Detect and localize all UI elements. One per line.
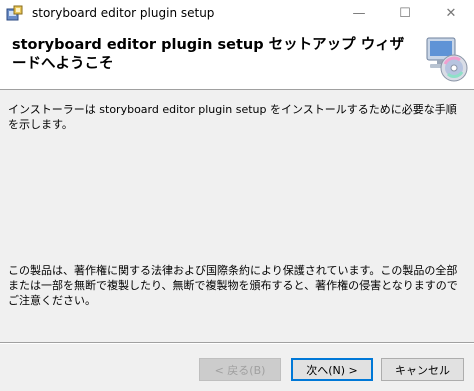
next-button[interactable]: 次へ(N) > [291,358,373,381]
close-button[interactable]: ✕ [428,0,474,27]
intro-text: インストーラーは storyboard editor plugin setup … [8,103,457,131]
setup-disc-icon [424,36,468,82]
button-bar: < 戻る(B) 次へ(N) > キャンセル [0,342,474,391]
maximize-button[interactable]: ☐ [382,0,428,27]
title-bar: storyboard editor plugin setup — ☐ ✕ [0,0,474,27]
back-button[interactable]: < 戻る(B) [199,358,281,381]
wizard-title: storyboard editor plugin setup セットアップ ウィ… [12,37,405,72]
installer-app-icon [6,5,23,22]
separator-line [0,342,474,344]
wizard-header: storyboard editor plugin setup セットアップ ウィ… [0,27,474,90]
copyright-notice: この製品は、著作権に関する法律および国際条約により保護されています。この製品の全… [8,264,458,307]
window-title: storyboard editor plugin setup [32,6,215,20]
cancel-button[interactable]: キャンセル [381,358,464,381]
minimize-button[interactable]: — [336,0,382,27]
wizard-content: インストーラーは storyboard editor plugin setup … [0,90,474,342]
